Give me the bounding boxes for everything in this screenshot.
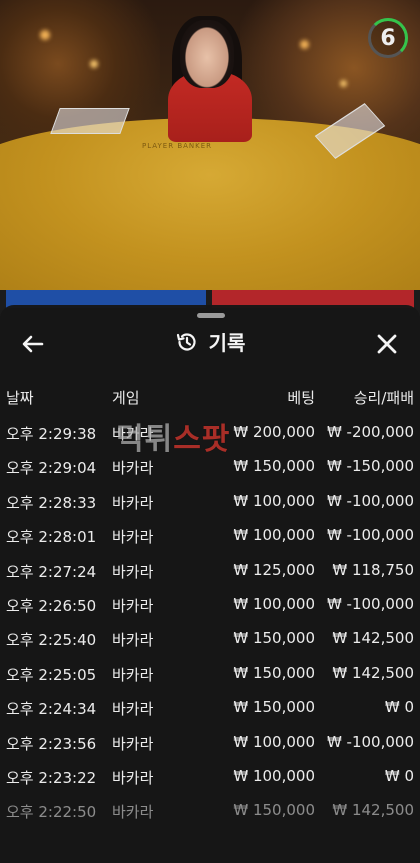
row-bet: ₩ 100,000 xyxy=(233,491,315,510)
row-result: ₩ 0 xyxy=(384,698,414,717)
row-bet: ₩ 100,000 xyxy=(233,594,315,613)
row-time: 오후 2:28:33 xyxy=(6,493,97,512)
row-bet: ₩ 150,000 xyxy=(233,629,315,648)
row-bet: ₩ 200,000 xyxy=(233,423,315,441)
row-game: 바카라 xyxy=(112,665,154,684)
history-title-group: 기록 xyxy=(0,327,420,356)
round-countdown-timer: 6 xyxy=(368,18,408,58)
row-time: 오후 2:24:34 xyxy=(6,700,97,719)
live-video-stream: PLAYER BANKER 6 xyxy=(0,0,420,290)
history-header: 기록 xyxy=(0,323,420,363)
row-game: 바카라 xyxy=(112,528,154,547)
row-result: ₩ -150,000 xyxy=(326,457,414,476)
row-result: ₩ 142,500 xyxy=(332,801,414,820)
row-result: ₩ -200,000 xyxy=(326,423,414,441)
bokeh-light xyxy=(340,80,347,87)
dealer-face xyxy=(180,20,234,88)
row-game: 바카라 xyxy=(112,803,154,822)
table-row[interactable]: 오후 2:24:34 바카라 ₩ 150,000 ₩ 0 xyxy=(0,690,420,724)
row-result: ₩ -100,000 xyxy=(326,732,414,751)
table-row[interactable]: 오후 2:23:56 바카라 ₩ 100,000 ₩ -100,000 xyxy=(0,725,420,759)
table-row[interactable]: 오후 2:25:40 바카라 ₩ 150,000 ₩ 142,500 xyxy=(0,621,420,655)
row-result: ₩ 0 xyxy=(384,766,414,785)
table-player-banker-label: PLAYER BANKER xyxy=(142,142,213,150)
row-bet: ₩ 125,000 xyxy=(233,560,315,579)
bokeh-light xyxy=(40,30,50,40)
row-time: 오후 2:29:04 xyxy=(6,459,97,478)
row-time: 오후 2:23:22 xyxy=(6,768,97,787)
row-game: 바카라 xyxy=(112,493,154,512)
table-row[interactable]: 오후 2:22:50 바카라 ₩ 150,000 ₩ 142,500 xyxy=(0,793,420,827)
table-row[interactable]: 오후 2:27:24 바카라 ₩ 125,000 ₩ 118,750 xyxy=(0,553,420,587)
table-row[interactable]: 오후 2:28:01 바카라 ₩ 100,000 ₩ -100,000 xyxy=(0,518,420,552)
row-time: 오후 2:22:50 xyxy=(6,803,97,822)
column-header-date: 날짜 xyxy=(6,389,34,407)
row-time: 오후 2:25:40 xyxy=(6,631,97,650)
row-time: 오후 2:25:05 xyxy=(6,665,97,684)
table-row[interactable]: 오후 2:29:04 바카라 ₩ 150,000 ₩ -150,000 xyxy=(0,449,420,483)
history-table-header: 날짜 게임 베팅 승리/패배 xyxy=(0,387,420,411)
row-bet: ₩ 150,000 xyxy=(233,457,315,476)
row-time: 오후 2:23:56 xyxy=(6,734,97,753)
row-game: 바카라 xyxy=(112,459,154,478)
row-bet: ₩ 100,000 xyxy=(233,766,315,785)
bokeh-light xyxy=(90,60,98,68)
row-bet: ₩ 150,000 xyxy=(233,663,315,682)
row-result: ₩ -100,000 xyxy=(326,594,414,613)
row-bet: ₩ 100,000 xyxy=(233,732,315,751)
card-shoe-left xyxy=(50,108,130,134)
row-result: ₩ 118,750 xyxy=(332,560,414,579)
row-time: 오후 2:28:01 xyxy=(6,528,97,547)
row-result: ₩ 142,500 xyxy=(332,663,414,682)
row-game: 바카라 xyxy=(112,562,154,581)
column-header-result: 승리/패배 xyxy=(353,389,414,407)
row-time: 오후 2:29:38 xyxy=(6,425,97,443)
row-result: ₩ 142,500 xyxy=(332,629,414,648)
row-bet: ₩ 150,000 xyxy=(233,698,315,717)
row-game: 바카라 xyxy=(112,425,154,443)
column-header-bet: 베팅 xyxy=(287,389,315,407)
close-icon xyxy=(377,334,397,354)
history-title: 기록 xyxy=(208,331,246,355)
row-game: 바카라 xyxy=(112,700,154,719)
close-button[interactable] xyxy=(372,329,402,359)
table-row[interactable]: 오후 2:28:33 바카라 ₩ 100,000 ₩ -100,000 xyxy=(0,484,420,518)
bokeh-light xyxy=(300,40,309,49)
row-game: 바카라 xyxy=(112,768,154,787)
row-time: 오후 2:27:24 xyxy=(6,562,97,581)
table-row[interactable]: 오후 2:29:38 바카라 ₩ 200,000 ₩ -200,000 xyxy=(0,415,420,449)
row-result: ₩ -100,000 xyxy=(326,491,414,510)
row-game: 바카라 xyxy=(112,631,154,650)
column-header-game: 게임 xyxy=(112,389,140,407)
row-time: 오후 2:26:50 xyxy=(6,596,97,615)
history-icon xyxy=(176,332,196,351)
table-row[interactable]: 오후 2:25:05 바카라 ₩ 150,000 ₩ 142,500 xyxy=(0,656,420,690)
row-game: 바카라 xyxy=(112,596,154,615)
history-sheet: 기록 날짜 게임 베팅 승리/패배 오후 2:29:38 바카라 ₩ 200,0… xyxy=(0,305,420,863)
table-row[interactable]: 오후 2:23:22 바카라 ₩ 100,000 ₩ 0 xyxy=(0,759,420,793)
row-game: 바카라 xyxy=(112,734,154,753)
row-bet: ₩ 150,000 xyxy=(233,801,315,820)
table-row[interactable]: 오후 2:26:50 바카라 ₩ 100,000 ₩ -100,000 xyxy=(0,587,420,621)
history-table-body: 오후 2:29:38 바카라 ₩ 200,000 ₩ -200,000 오후 2… xyxy=(0,415,420,828)
row-result: ₩ -100,000 xyxy=(326,526,414,545)
drag-handle[interactable] xyxy=(197,313,225,318)
row-bet: ₩ 100,000 xyxy=(233,526,315,545)
